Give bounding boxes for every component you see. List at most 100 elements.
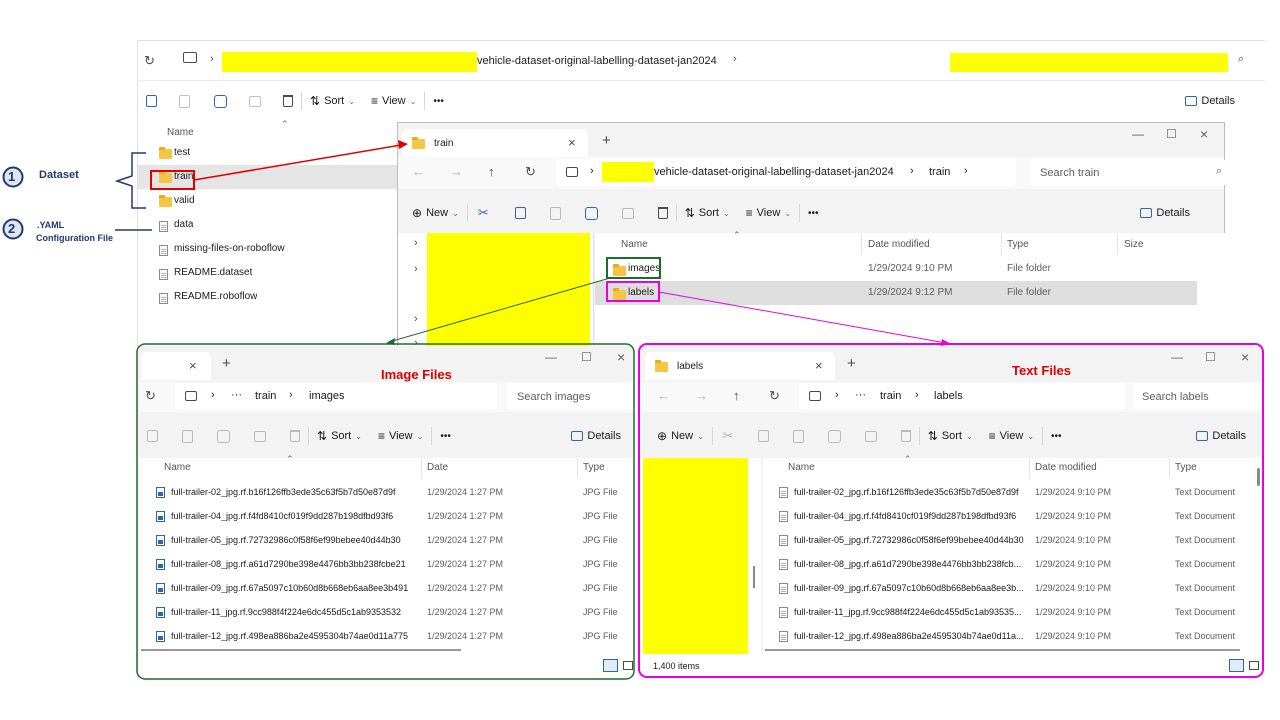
new-tab-icon[interactable]: + — [847, 355, 856, 372]
rename-icon[interactable] — [214, 94, 227, 108]
new-tab-icon[interactable]: + — [222, 355, 231, 372]
cut-icon[interactable]: ✂ — [723, 428, 734, 444]
list-item[interactable]: test — [138, 141, 398, 165]
maximize-icon[interactable]: ☐ — [1166, 127, 1177, 141]
list-item-selected[interactable]: labels 1/29/2024 9:12 PM File folder — [595, 281, 1197, 305]
breadcrumb-labels[interactable]: labels — [934, 390, 963, 402]
back-icon[interactable]: ← — [657, 388, 670, 403]
breadcrumb-train[interactable]: train — [929, 166, 950, 178]
column-name-header[interactable]: Name — [167, 127, 194, 138]
refresh-icon[interactable]: ↻ — [144, 53, 155, 69]
new-button[interactable]: ⊕ New ⌄ — [412, 206, 459, 220]
refresh-icon[interactable]: ↻ — [525, 164, 536, 180]
list-item[interactable]: valid — [138, 189, 398, 213]
horizontal-scrollbar[interactable] — [765, 649, 1240, 651]
forward-icon[interactable]: → — [450, 164, 463, 179]
more-options-button[interactable]: ••• — [440, 431, 451, 442]
delete-icon[interactable] — [283, 95, 293, 107]
view-button[interactable]: ≡ View ⌄ — [989, 429, 1034, 443]
refresh-icon[interactable]: ↻ — [769, 388, 780, 404]
rename-icon[interactable] — [217, 429, 230, 443]
column-name-header[interactable]: Name — [621, 239, 648, 250]
new-button[interactable]: ⊕ New ⌄ — [657, 429, 704, 443]
more-options-button[interactable]: ••• — [433, 96, 444, 107]
tab-images[interactable]: × — [141, 352, 211, 380]
view-button[interactable]: ≡ View ⌄ — [746, 206, 791, 220]
minimize-icon[interactable]: — — [1171, 350, 1183, 364]
expand-chevron-icon[interactable]: › — [414, 263, 418, 275]
share-icon[interactable] — [864, 430, 877, 442]
minimize-icon[interactable]: — — [1132, 127, 1144, 141]
copy-icon[interactable] — [757, 430, 769, 442]
table-row[interactable]: full-trailer-12_jpg.rf.498ea886ba2e45953… — [763, 624, 1255, 648]
list-item[interactable]: train — [138, 165, 398, 189]
details-button[interactable]: Details — [1196, 430, 1246, 442]
table-row[interactable]: full-trailer-11_jpg.rf.9cc988f4f224e6dc4… — [763, 600, 1255, 624]
table-row[interactable]: full-trailer-05_jpg.rf.72732986c0f58f6ef… — [139, 528, 633, 552]
forward-icon[interactable]: → — [695, 388, 708, 403]
tab-train[interactable]: train × — [402, 129, 588, 157]
copy-icon[interactable] — [514, 207, 526, 219]
nav-pane-splitter[interactable] — [753, 566, 755, 588]
copy-icon[interactable] — [147, 430, 158, 442]
up-icon[interactable]: ↑ — [488, 164, 495, 179]
close-tab-icon[interactable]: × — [568, 135, 576, 150]
expand-chevron-icon[interactable]: › — [414, 313, 418, 325]
delete-icon[interactable] — [290, 430, 300, 442]
list-item[interactable]: README.dataset — [138, 261, 398, 285]
share-icon[interactable] — [621, 207, 634, 219]
column-size-header[interactable]: Size — [1124, 239, 1143, 250]
table-row[interactable]: full-trailer-12_jpg.rf.498ea886ba2e45953… — [139, 624, 633, 648]
details-view-icon[interactable] — [1229, 659, 1244, 672]
maximize-icon[interactable]: ☐ — [581, 350, 592, 364]
close-window-icon[interactable]: × — [1200, 126, 1208, 142]
breadcrumb-overflow[interactable]: ··· — [231, 389, 242, 401]
tiles-view-icon[interactable] — [623, 661, 633, 670]
paste-icon[interactable] — [179, 94, 190, 108]
expand-chevron-icon[interactable]: › — [414, 237, 418, 249]
back-icon[interactable]: ← — [412, 164, 425, 179]
horizontal-scrollbar[interactable] — [141, 649, 461, 651]
up-icon[interactable]: ↑ — [733, 388, 740, 403]
details-button[interactable]: Details — [1140, 207, 1190, 219]
paste-icon[interactable] — [182, 429, 193, 443]
search-icon[interactable]: ⌕ — [1238, 53, 1244, 66]
details-view-icon[interactable] — [603, 659, 618, 672]
details-button[interactable]: Details — [1185, 95, 1235, 107]
tiles-view-icon[interactable] — [1249, 661, 1259, 670]
rename-icon[interactable] — [584, 206, 598, 220]
column-date-header[interactable]: Date modified — [1035, 462, 1097, 473]
maximize-icon[interactable]: ☐ — [1205, 350, 1216, 364]
train-address-bar[interactable]: › vehicle-dataset-original-labelling-dat… — [556, 159, 1016, 186]
close-window-icon[interactable]: × — [1241, 349, 1249, 365]
details-button[interactable]: Details — [571, 430, 621, 442]
search-train-input[interactable]: Search train ⌕ — [1030, 159, 1226, 186]
close-window-icon[interactable]: × — [617, 349, 625, 365]
more-options-button[interactable]: ••• — [808, 208, 819, 219]
search-images-input[interactable]: Search images — [507, 383, 633, 409]
table-row[interactable]: full-trailer-08_jpg.rf.a61d7290be398e447… — [763, 552, 1255, 576]
more-options-button[interactable]: ••• — [1051, 431, 1062, 442]
column-type-header[interactable]: Type — [1007, 239, 1029, 250]
breadcrumb-overflow[interactable]: ··· — [855, 389, 866, 401]
list-item[interactable]: data — [138, 213, 398, 237]
breadcrumb-path[interactable]: vehicle-dataset-original-labelling-datas… — [654, 166, 894, 178]
sort-button[interactable]: ⇅ Sort ⌄ — [928, 429, 973, 443]
close-tab-icon[interactable]: × — [815, 358, 823, 373]
view-button[interactable]: ≡ View ⌄ — [378, 429, 423, 443]
table-row[interactable]: full-trailer-05_jpg.rf.72732986c0f58f6ef… — [763, 528, 1255, 552]
table-row[interactable]: full-trailer-09_jpg.rf.67a5097c10b60d8b6… — [763, 576, 1255, 600]
sort-button[interactable]: ⇅ Sort ⌄ — [310, 94, 355, 108]
delete-icon[interactable] — [657, 207, 668, 219]
new-tab-icon[interactable]: + — [602, 132, 611, 149]
table-row[interactable]: full-trailer-04_jpg.rf.f4fd8410cf019f9dd… — [763, 504, 1255, 528]
tab-labels[interactable]: labels × — [645, 352, 835, 380]
rename-icon[interactable] — [827, 429, 841, 443]
table-row[interactable]: full-trailer-02_jpg.rf.b16f126ffb3ede35c… — [763, 480, 1255, 504]
column-type-header[interactable]: Type — [583, 462, 605, 473]
delete-icon[interactable] — [900, 430, 911, 442]
column-name-header[interactable]: Name — [788, 462, 815, 473]
table-row[interactable]: full-trailer-04_jpg.rf.f4fd8410cf019f9dd… — [139, 504, 633, 528]
table-row[interactable]: full-trailer-08_jpg.rf.a61d7290be398e447… — [139, 552, 633, 576]
share-icon[interactable] — [249, 95, 261, 107]
